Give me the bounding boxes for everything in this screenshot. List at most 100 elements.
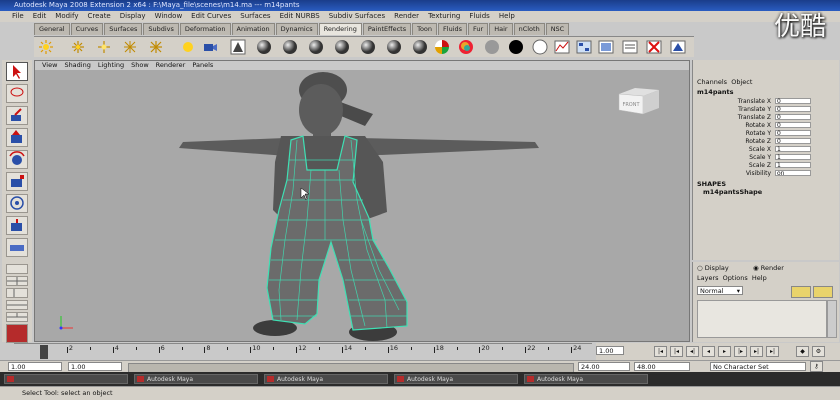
- soft-mod-tool-icon[interactable]: [6, 216, 28, 235]
- menu-item-subdiv-surfaces[interactable]: Subdiv Surfaces: [329, 11, 385, 22]
- shelf-tab-fluids[interactable]: Fluids: [438, 23, 468, 35]
- shelf-tab-painteffects[interactable]: PaintEffects: [362, 23, 412, 35]
- animation-start-field[interactable]: 1.00: [8, 362, 62, 371]
- delete-unused-icon[interactable]: [646, 39, 662, 55]
- shelf-tab-subdivs[interactable]: Subdivs: [143, 23, 179, 35]
- menu-item-window[interactable]: Window: [155, 11, 183, 22]
- shelf-tab-deformation[interactable]: Deformation: [179, 23, 231, 35]
- current-frame-field[interactable]: 1.00: [596, 346, 624, 355]
- render-radio[interactable]: ◉ Render: [753, 264, 784, 272]
- menu-item-fluids[interactable]: Fluids: [469, 11, 489, 22]
- taskbar-item[interactable]: [4, 374, 128, 384]
- key-icon[interactable]: ⚷: [810, 361, 823, 372]
- shelf-tab-animation[interactable]: Animation: [231, 23, 275, 35]
- taskbar-item[interactable]: Autodesk Maya: [524, 374, 648, 384]
- fractal-texture-icon[interactable]: [484, 39, 500, 55]
- shelf-tab-nsc[interactable]: NSC: [545, 23, 570, 35]
- layer-list[interactable]: [697, 300, 827, 338]
- light-area-icon[interactable]: [148, 39, 164, 55]
- layered-shader-icon[interactable]: [386, 39, 402, 55]
- attribute-value-field[interactable]: 0: [775, 114, 811, 121]
- scale-tool-icon[interactable]: [6, 172, 28, 191]
- current-time-marker[interactable]: [40, 345, 48, 359]
- attribute-value-field[interactable]: 0: [775, 138, 811, 145]
- white-sphere-icon[interactable]: [532, 39, 548, 55]
- go-to-end-icon[interactable]: ▸|: [766, 346, 779, 357]
- menu-item-edit-nurbs[interactable]: Edit NURBS: [280, 11, 320, 22]
- paint-select-tool-icon[interactable]: [6, 106, 28, 125]
- blinn-icon[interactable]: [282, 39, 298, 55]
- perspective-viewport[interactable]: View Shading Lighting Show Renderer Panels FR…: [34, 60, 690, 342]
- step-back-frame-icon[interactable]: ◂|: [686, 346, 699, 357]
- character-model[interactable]: FRONT: [35, 70, 689, 341]
- manipulator-tool-icon[interactable]: [6, 194, 28, 213]
- shelf-tab-curves[interactable]: Curves: [70, 23, 104, 35]
- shelf-tab-fur[interactable]: Fur: [468, 23, 489, 35]
- step-forward-key-icon[interactable]: ▸|: [750, 346, 763, 357]
- playback-start-field[interactable]: 1.00: [68, 362, 122, 371]
- step-forward-frame-icon[interactable]: |▸: [734, 346, 747, 357]
- play-backward-icon[interactable]: ◂: [702, 346, 715, 357]
- panel-menu-renderer[interactable]: Renderer: [156, 61, 186, 70]
- menu-item-display[interactable]: Display: [120, 11, 146, 22]
- light-point-icon[interactable]: [96, 39, 112, 55]
- shading-group-icon[interactable]: [230, 39, 246, 55]
- help-menu[interactable]: Help: [752, 274, 767, 282]
- step-back-key-icon[interactable]: |◂: [670, 346, 683, 357]
- light-spot-icon[interactable]: [122, 39, 138, 55]
- menu-item-surfaces[interactable]: Surfaces: [240, 11, 270, 22]
- layer-scrollbar[interactable]: [827, 300, 837, 338]
- layout-single-icon[interactable]: [6, 264, 28, 274]
- light-directional-icon[interactable]: [70, 39, 86, 55]
- taskbar-item[interactable]: Autodesk Maya: [134, 374, 258, 384]
- anim-prefs-icon[interactable]: ⚙: [812, 346, 825, 357]
- rotate-tool-icon[interactable]: [6, 150, 28, 169]
- checker-sphere-icon[interactable]: [434, 39, 450, 55]
- layers-menu[interactable]: Layers: [697, 274, 719, 282]
- shelf-tab-rendering[interactable]: Rendering: [318, 23, 362, 35]
- display-radio[interactable]: ○ Display: [697, 264, 729, 272]
- attribute-value-field[interactable]: 1: [775, 146, 811, 153]
- new-layer-selected-icon[interactable]: [813, 286, 833, 298]
- render-settings-icon[interactable]: [622, 39, 638, 55]
- camera-icon[interactable]: [202, 39, 218, 55]
- ramp-shader-icon[interactable]: [412, 39, 428, 55]
- phong-e-icon[interactable]: [334, 39, 350, 55]
- lambert-icon[interactable]: [256, 39, 272, 55]
- attribute-value-field[interactable]: 1: [775, 162, 811, 169]
- play-forward-icon[interactable]: ▸: [718, 346, 731, 357]
- menu-item-help[interactable]: Help: [499, 11, 515, 22]
- lasso-tool-icon[interactable]: [6, 84, 28, 103]
- attribute-value-field[interactable]: 0: [775, 106, 811, 113]
- shelf-tab-toon[interactable]: Toon: [412, 23, 438, 35]
- shelf-tab-surfaces[interactable]: Surfaces: [104, 23, 143, 35]
- menu-item-create[interactable]: Create: [87, 11, 110, 22]
- render-view-icon[interactable]: [598, 39, 614, 55]
- attribute-value-field[interactable]: on: [775, 170, 811, 177]
- options-menu[interactable]: Options: [723, 274, 748, 282]
- go-to-start-icon[interactable]: |◂: [654, 346, 667, 357]
- shelf-tab-general[interactable]: General: [34, 23, 70, 35]
- ipr-render-icon[interactable]: [670, 39, 686, 55]
- taskbar-item[interactable]: Autodesk Maya: [394, 374, 518, 384]
- light-volume-icon[interactable]: [180, 39, 196, 55]
- shelf-tab-ncloth[interactable]: nCloth: [513, 23, 545, 35]
- shelf-tab-dynamics[interactable]: Dynamics: [275, 23, 318, 35]
- menu-item-edit[interactable]: Edit: [33, 11, 47, 22]
- character-set-dropdown[interactable]: No Character Set: [710, 362, 806, 371]
- layout-graph-icon[interactable]: [6, 300, 28, 310]
- shelf-tab-hair[interactable]: Hair: [489, 23, 513, 35]
- hypershade-icon[interactable]: [576, 39, 592, 55]
- attribute-value-field[interactable]: 0: [775, 130, 811, 137]
- black-sphere-icon[interactable]: [508, 39, 524, 55]
- auto-key-icon[interactable]: ◆: [796, 346, 809, 357]
- panel-menu-show[interactable]: Show: [131, 61, 149, 70]
- anisotropic-icon[interactable]: [360, 39, 376, 55]
- last-tool-icon[interactable]: [6, 238, 28, 257]
- select-tool-icon[interactable]: [6, 62, 28, 81]
- move-tool-icon[interactable]: [6, 128, 28, 147]
- animation-end-field[interactable]: 48.00: [634, 362, 690, 371]
- attribute-value-field[interactable]: 1: [775, 154, 811, 161]
- menu-item-edit-curves[interactable]: Edit Curves: [191, 11, 231, 22]
- time-slider[interactable]: 2 4 6 8 10 12 14 16 18 20 22 24: [14, 343, 592, 361]
